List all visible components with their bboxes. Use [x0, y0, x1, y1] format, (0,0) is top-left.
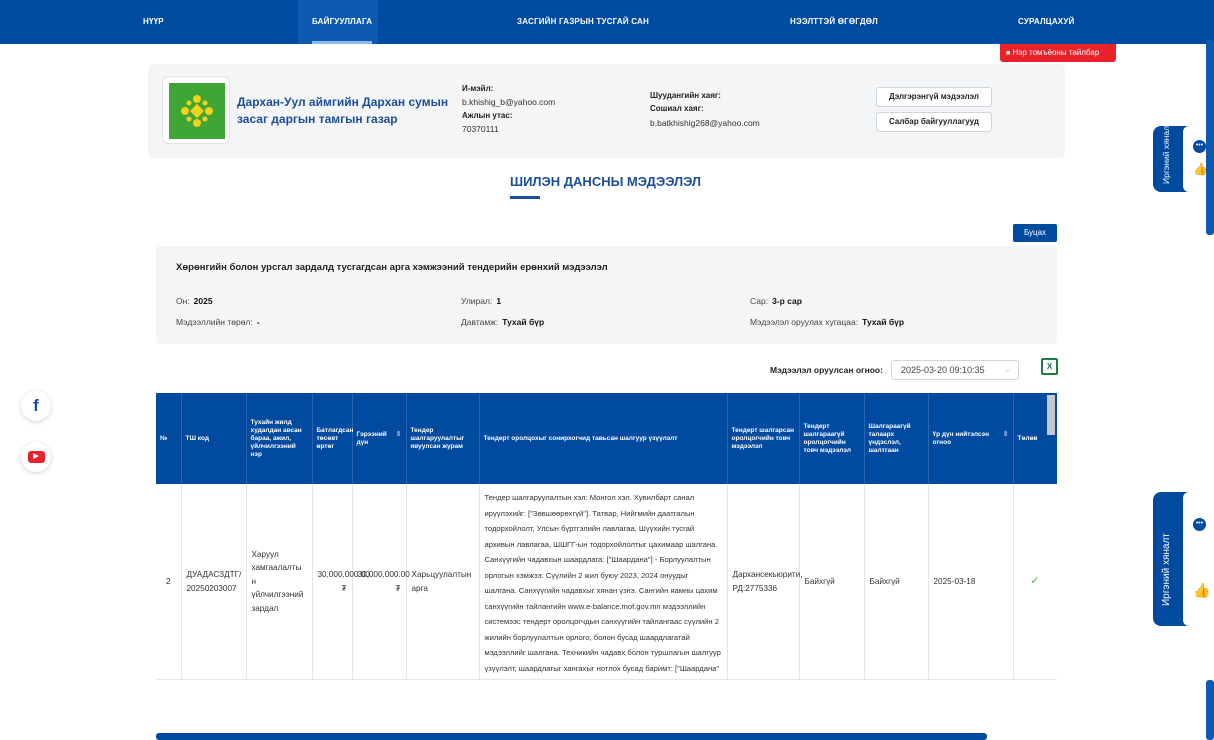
title-underline — [510, 196, 540, 199]
page-scrollbar-thumb[interactable] — [1206, 40, 1214, 235]
type-field: Мэдээллийн төрөл: - — [176, 317, 260, 327]
citizen-feedback-tab-large[interactable]: ••• 👍 Иргэний хяналт — [1153, 492, 1214, 626]
header-non-winner: Тендерт шалгараагүй оролцогчийн товч мэд… — [799, 393, 865, 484]
feedback-icons-panel-large: ••• 👍 — [1183, 492, 1214, 626]
header-item-name: Тухайн жилд худалдан авсан бараа, ажил, … — [246, 393, 313, 484]
organization-logo — [162, 76, 230, 144]
excel-export-icon[interactable]: X — [1041, 358, 1058, 375]
cell-code: ДУАДАСЗДТГ/ 20250203007 — [181, 484, 247, 680]
tender-table: № ТШ код Тухайн жилд худалдан авсан бара… — [156, 393, 1057, 680]
citizen-feedback-tab[interactable]: ••• 👍 Иргэний хяналт — [1153, 122, 1214, 192]
social-address-label: Сошиал хаяг: — [650, 104, 704, 113]
cell-criteria: Тендер шалгаруулалтын хэл: Монгол хэл. Х… — [479, 484, 728, 680]
header-contract-amount[interactable]: ⇕ Гэрээний дүн — [352, 393, 407, 484]
email-value: b.khishig_b@yahoo.com — [462, 97, 556, 107]
deadline-value: Тухай бүр — [862, 317, 905, 327]
header-no: № — [156, 393, 182, 484]
chevron-down-icon: ⌵ — [1004, 365, 1011, 374]
page-root: НҮҮР БАЙГУУЛЛАГА ЗАСГИЙН ГАЗРЫН ТУСГАЙ С… — [0, 0, 1214, 740]
quarter-field: Улирал: 1 — [461, 296, 501, 306]
table-header-row: № ТШ код Тухайн жилд худалдан авсан бара… — [156, 393, 1057, 484]
social-address-value: b.batkhishig268@yahoo.com — [650, 118, 760, 128]
table-horizontal-scrollbar[interactable] — [156, 733, 987, 740]
header-contract-label: Гэрээний дүн — [356, 430, 387, 446]
details-button[interactable]: Дэлгэрэнгүй мэдээлэл — [876, 87, 992, 107]
header-code: ТШ код — [181, 393, 247, 484]
phone-label: Ажлын утас: — [462, 111, 513, 120]
glossary-button[interactable]: ■ Нэр томъёоны тайлбар — [1000, 44, 1116, 62]
bookmark-icon: ■ — [1006, 50, 1011, 57]
cell-no: 2 — [156, 484, 182, 680]
cell-winner: Дархансекьюрити, РД:2775336 — [727, 484, 803, 680]
phone-value: 70370111 — [462, 124, 499, 134]
header-reason: Шалгараагүй талаарх үндэслэл, шалтгаан — [864, 393, 929, 484]
type-value: - — [256, 317, 260, 327]
header-winner: Тендерт шалгарсан оролцогчийн товч мэдээ… — [727, 393, 800, 484]
type-label: Мэдээллийн төрөл: — [176, 317, 253, 327]
month-label: Сар: — [750, 296, 769, 306]
facebook-icon[interactable]: f — [21, 391, 51, 421]
nav-learning[interactable]: СУРАЛЦАХУЙ — [1018, 0, 1074, 44]
youtube-icon[interactable]: ▶ — [21, 442, 51, 472]
cell-budget: 30,000,000.00 ₮ — [312, 484, 370, 680]
table-row: 2 ДУАДАСЗДТГ/ 20250203007 Харуул хамгаал… — [156, 484, 1057, 680]
youtube-play-glyph: ▶ — [27, 451, 45, 463]
cell-contract-amount: 30,000,000.00 ₮ — [352, 484, 410, 680]
page-scrollbar-thumb-lower[interactable] — [1206, 680, 1214, 740]
email-label: И-мэйл: — [462, 84, 494, 93]
date-select-value: 2025-03-20 09:10:35 — [901, 365, 985, 375]
frequency-value: Тухай бүр — [502, 317, 545, 327]
header-criteria: Тендерт оролцохыг сонирхогчид тавьсан ша… — [479, 393, 728, 484]
cell-non-winner: Байхгүй — [799, 484, 865, 680]
header-publish-date-label: Үр дүн нийтэлсэн огноо — [932, 430, 990, 446]
cell-item-name: Харуул хамгаалалты н үйлчилгээний зардал — [246, 484, 313, 680]
top-navigation: НҮҮР БАЙГУУЛЛАГА ЗАСГИЙН ГАЗРЫН ТУСГАЙ С… — [0, 0, 1214, 44]
nav-home[interactable]: НҮҮР — [143, 0, 164, 44]
citizen-feedback-label-large: Иргэний хяналт — [1161, 533, 1172, 606]
emblem-icon — [169, 83, 225, 139]
panel-heading: Хөрөнгийн болон урсгал зардалд тусгагдса… — [176, 262, 608, 273]
chat-icon[interactable]: ••• — [1193, 140, 1206, 153]
nav-open-data[interactable]: НЭЭЛТТЭЙ ӨГӨГДӨЛ — [790, 0, 878, 44]
chat-icon[interactable]: ••• — [1193, 518, 1206, 531]
nav-special-funds[interactable]: ЗАСГИЙН ГАЗРЫН ТУСГАЙ САН — [517, 0, 649, 44]
month-value: 3-р сар — [772, 296, 802, 306]
header-budget-label: Батлагдсан төсөвт өртөг — [316, 426, 354, 450]
postal-address-label: Шуудангийн хаяг: — [650, 91, 721, 100]
cell-publish-date: 2025-03-18 — [928, 484, 1014, 680]
year-field: Он: 2025 — [176, 296, 213, 306]
organization-card: Дархан-Уул аймгийн Дархан сумын засаг да… — [148, 64, 1065, 158]
quarter-label: Улирал: — [461, 296, 493, 306]
date-select[interactable]: 2025-03-20 09:10:35 ⌵ — [891, 360, 1019, 380]
citizen-feedback-label: Иргэний хяналт — [1161, 122, 1171, 184]
year-value: 2025 — [193, 296, 213, 306]
sort-icon: ⇕ — [1002, 430, 1009, 438]
header-budget[interactable]: Батлагдсан төсөвт өртөг — [312, 393, 354, 484]
status-check-icon: ✓ — [1013, 484, 1057, 680]
nav-organizations[interactable]: БАЙГУУЛЛАГА — [312, 0, 373, 44]
cell-reason: Байхгүй — [864, 484, 929, 680]
organization-name: Дархан-Уул аймгийн Дархан сумын засаг да… — [237, 95, 449, 126]
page-title: ШИЛЭН ДАНСНЫ МЭДЭЭЛЭЛ — [510, 174, 701, 189]
header-procedure: Тендер шалгаруулалтыг явуулсан журам — [406, 393, 480, 484]
quarter-value: 1 — [496, 296, 502, 306]
header-publish-date[interactable]: ⇕ Үр дүн нийтэлсэн огноо — [928, 393, 1014, 484]
branches-button[interactable]: Салбар байгууллагууд — [876, 112, 992, 132]
year-label: Он: — [176, 296, 190, 306]
glossary-button-label: Нэр томъёоны тайлбар — [1012, 48, 1100, 57]
sort-icon: ⇕ — [395, 430, 402, 438]
cell-procedure: Харьцуулалтын арга — [406, 484, 480, 680]
deadline-field: Мэдээлэл оруулах хугацаа: Тухай бүр — [750, 317, 904, 327]
month-field: Сар: 3-р сар — [750, 296, 802, 306]
date-filter-label: Мэдээлэл оруулсан огноо: — [770, 365, 883, 375]
deadline-label: Мэдээлэл оруулах хугацаа: — [750, 317, 859, 327]
tender-table-container: № ТШ код Тухайн жилд худалдан авсан бара… — [156, 393, 1057, 733]
frequency-label: Давтамж: — [461, 317, 499, 327]
tender-info-panel: Хөрөнгийн болон урсгал зардалд тусгагдса… — [156, 246, 1057, 344]
frequency-field: Давтамж: Тухай бүр — [461, 317, 544, 327]
table-vertical-scrollbar[interactable] — [1047, 395, 1055, 435]
thumbs-up-icon[interactable]: 👍 — [1193, 582, 1210, 599]
back-button[interactable]: Буцах — [1013, 224, 1057, 242]
